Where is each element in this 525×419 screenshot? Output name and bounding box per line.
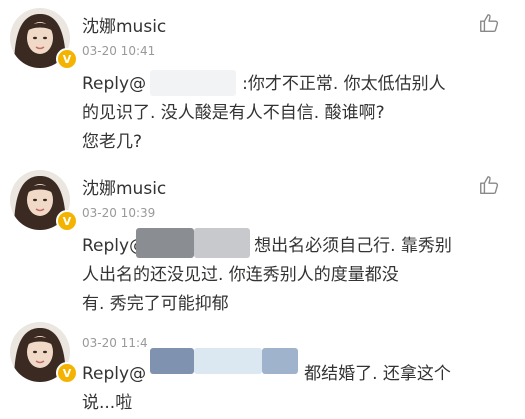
reply-prefix: Reply@	[82, 364, 147, 384]
comment-text: Reply@ :你才不正常. 你太低估别人 的见识了. 没人酸是有人不自信. 酸谁…	[82, 70, 502, 157]
comment-line-1: 都结婚了. 还拿这个	[304, 364, 451, 384]
thumbs-up-icon[interactable]	[478, 12, 500, 34]
verified-badge-icon: V	[56, 48, 78, 70]
comment-line-1: 想出名必须自己行. 靠秀别	[254, 236, 452, 256]
avatar[interactable]: V	[10, 170, 78, 232]
comment-line-3: 您老几?	[82, 132, 143, 152]
redaction-mask	[150, 70, 236, 96]
comment-line-2: 人出名的还没见过. 你连秀别人的度量都没	[82, 265, 399, 285]
timestamp: 03-20 10:39	[82, 206, 156, 220]
comment-feed: V 沈娜music 03-20 10:41 Reply@ :你才不正常. 你太低估…	[0, 0, 525, 419]
redaction-mask	[136, 228, 194, 258]
redaction-mask	[194, 228, 250, 258]
comment-item: V 03-20 11:4 Reply@ 都结婚了. 还拿这个 说...啦	[0, 322, 525, 419]
avatar[interactable]: V	[10, 8, 78, 70]
avatar[interactable]: V	[10, 322, 78, 384]
timestamp: 03-20 11:4	[82, 336, 148, 350]
thumbs-up-icon[interactable]	[478, 174, 500, 196]
comment-text: Reply@ 都结婚了. 还拿这个 说...啦	[82, 360, 502, 418]
verified-badge-icon: V	[56, 210, 78, 232]
comment-line-3: 有. 秀完了可能抑郁	[82, 294, 229, 314]
username[interactable]: 沈娜music	[82, 12, 166, 37]
timestamp: 03-20 10:41	[82, 44, 156, 58]
comment-line-1: :你才不正常. 你太低估别人	[242, 74, 446, 94]
comment-line-2: 说...啦	[82, 393, 133, 413]
reply-prefix: Reply@	[82, 74, 147, 94]
verified-badge-icon: V	[56, 362, 78, 384]
username[interactable]: 沈娜music	[82, 174, 166, 199]
comment-item: V 沈娜music 03-20 10:41 Reply@ :你才不正常. 你太低估…	[0, 8, 525, 158]
comment-item: V 沈娜music 03-20 10:39 Reply@ 想出名必须自己行. 靠秀…	[0, 170, 525, 320]
comment-line-2: 的见识了. 没人酸是有人不自信. 酸谁啊?	[82, 103, 385, 123]
